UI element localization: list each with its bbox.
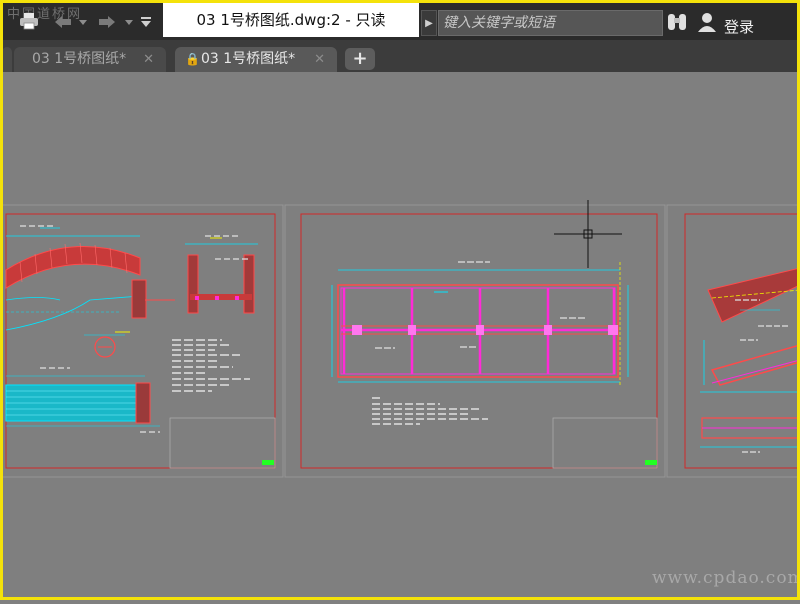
print-icon[interactable] [19,12,39,30]
footer-watermark: www.cpdao.com [652,568,800,588]
crosshair-cursor [554,200,622,268]
sheet-1 [0,204,284,478]
tab-label: 03 1号桥图纸* [32,51,127,67]
tab-label: 03 1号桥图纸* [201,51,296,67]
undo-dropdown-icon[interactable] [79,20,87,26]
title-bar: 中国道桥网 03 1号桥图纸.dwg:2 - 只读 ▶ 登录 [0,0,800,40]
close-icon[interactable]: ✕ [143,47,154,72]
cad-drawing [0,200,800,478]
quick-access-toolbar: 中国道桥网 [3,3,163,37]
new-tab-button[interactable]: + [345,48,375,70]
search-input[interactable] [438,10,663,36]
tab-stub[interactable] [2,47,12,72]
sheet-2-content [331,261,629,425]
title-block-2 [552,417,658,469]
search-box: ▶ [421,10,663,36]
close-icon[interactable]: ✕ [314,47,325,72]
sheet-3 [666,204,800,478]
tab-drawing-2-active[interactable]: 🔒 03 1号桥图纸* ✕ [175,47,337,72]
undo-icon[interactable] [53,15,73,29]
sheet-2 [284,204,666,478]
stamp-2 [645,460,657,465]
binoculars-icon[interactable] [666,12,688,32]
stamp-1 [262,460,274,465]
redo-icon[interactable] [97,15,117,29]
lock-icon: 🔒 [185,52,200,66]
window-title: 03 1号桥图纸.dwg:2 - 只读 [163,3,419,37]
tab-drawing-1[interactable]: 03 1号桥图纸* ✕ [14,47,166,72]
play-arrow-icon[interactable]: ▶ [421,10,437,36]
login-button[interactable]: 登录 [724,16,754,37]
sheet-1-content [5,225,258,433]
drawing-canvas[interactable] [0,72,800,600]
title-block-1 [169,417,276,469]
sheet-3-content [700,267,800,453]
user-icon[interactable] [697,12,717,32]
dropdown-icon[interactable] [140,16,152,28]
redo-dropdown-icon[interactable] [125,20,133,26]
tab-bar: 03 1号桥图纸* ✕ 🔒 03 1号桥图纸* ✕ + [0,40,800,72]
